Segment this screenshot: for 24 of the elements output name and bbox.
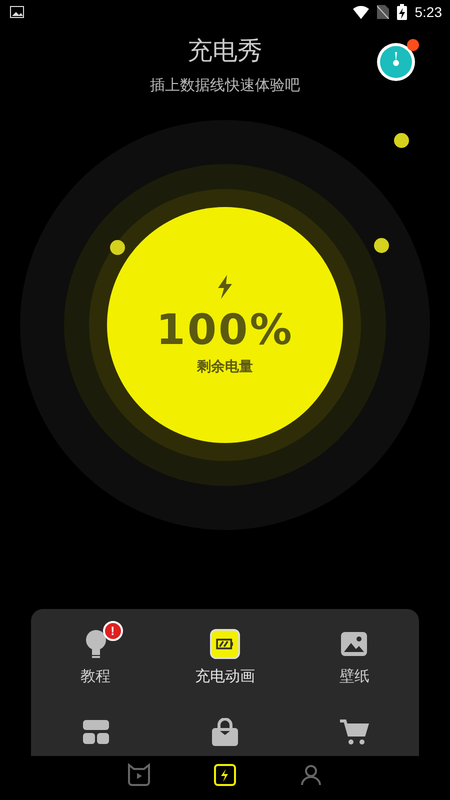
battery-charging-icon [396, 4, 407, 20]
menu-item[interactable]: 充电动画 [160, 609, 290, 697]
layout-icon [82, 719, 110, 745]
battery-percent: 100% [156, 304, 294, 354]
menu-item[interactable]: ! 教程 [31, 609, 160, 697]
cat-play-icon [126, 763, 152, 787]
charge-icon [212, 763, 238, 787]
lightning-icon [217, 274, 233, 298]
orbit-dot [394, 133, 409, 148]
image-icon [340, 631, 368, 657]
alert-badge: ! [102, 621, 123, 641]
app-title: 充电秀 [188, 35, 262, 67]
clock-time: 5:23 [414, 4, 442, 20]
nav-tab[interactable] [212, 763, 238, 787]
person-icon [298, 763, 324, 787]
image-icon [10, 6, 24, 18]
no-sim-icon [376, 5, 389, 19]
lightbulb-icon [84, 629, 108, 659]
cart-icon [339, 718, 370, 746]
battery-label: 剩余电量 [197, 358, 253, 376]
lock-icon [210, 718, 239, 746]
wifi-icon [352, 6, 369, 18]
menu-item[interactable]: 壁纸 [290, 609, 419, 697]
subtitle: 插上数据线快速体验吧 [150, 75, 300, 96]
